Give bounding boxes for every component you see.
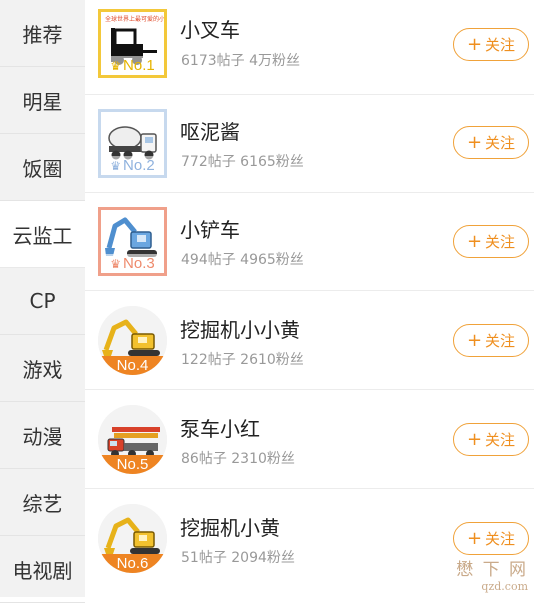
sidebar-item-cloud-supervisor[interactable]: 云监工 (0, 201, 85, 268)
rank-label: No.1 (123, 57, 155, 74)
rank-label: No.4 (117, 357, 149, 374)
watermark-url: qzd.com (456, 580, 528, 593)
follow-button[interactable]: +关注 (453, 522, 529, 555)
sidebar-item-recommend[interactable]: 推荐 (0, 0, 85, 67)
avatar[interactable]: No.5 (98, 405, 167, 474)
item-stats: 494帖子 4965粉丝 (181, 249, 304, 269)
site-watermark: 懋 下 网 qzd.com (456, 555, 528, 593)
item-stats: 772帖子 6165粉丝 (181, 151, 304, 171)
follow-button[interactable]: +关注 (453, 225, 529, 258)
item-stats: 122帖子 2610粉丝 (181, 349, 304, 369)
item-stats: 86帖子 2310粉丝 (181, 448, 295, 468)
rank-badge: No.5 (98, 455, 167, 474)
rank-label: No.5 (117, 456, 149, 473)
avatar[interactable]: ♛No.3 (98, 207, 167, 276)
item-name[interactable]: 泵车小红 (180, 413, 260, 442)
follow-label: 关注 (485, 34, 515, 55)
follow-label: 关注 (485, 330, 515, 351)
rank-label: No.6 (117, 555, 149, 572)
list-item[interactable]: ♛No.2 呕泥酱 772帖子 6165粉丝 +关注 (85, 95, 534, 193)
list-item[interactable]: ♛No.3 小铲车 494帖子 4965粉丝 +关注 (85, 193, 534, 291)
follow-button[interactable]: +关注 (453, 423, 529, 456)
sidebar-item-fandom[interactable]: 饭圈 (0, 134, 85, 201)
item-name[interactable]: 小铲车 (180, 214, 240, 243)
plus-icon: + (467, 233, 482, 251)
sidebar-item-label: 电视剧 (13, 555, 73, 584)
sidebar-item-label: 云监工 (13, 220, 73, 249)
sidebar-item-stars[interactable]: 明星 (0, 67, 85, 134)
rank-badge: ♛No.3 (101, 254, 164, 273)
crown-icon: ♛ (110, 159, 121, 173)
plus-icon: + (467, 332, 482, 350)
item-name[interactable]: 挖掘机小黄 (180, 512, 280, 541)
avatar[interactable]: No.4 (98, 306, 167, 375)
sidebar-item-label: 游戏 (23, 354, 63, 383)
sidebar-item-games[interactable]: 游戏 (0, 335, 85, 402)
avatar[interactable]: 全球世界上最可爱的小叉车 ♛No.1 (98, 9, 167, 78)
avatar[interactable]: ♛No.2 (98, 109, 167, 178)
sidebar-item-label: 动漫 (23, 421, 63, 450)
sidebar-item-variety[interactable]: 综艺 (0, 469, 85, 536)
ranking-list: 全球世界上最可爱的小叉车 ♛No.1 小叉车 6173帖子 4万粉丝 +关注 (85, 0, 534, 597)
crown-icon: ♛ (110, 59, 121, 73)
item-name[interactable]: 呕泥酱 (180, 116, 240, 145)
follow-label: 关注 (485, 132, 515, 153)
sidebar-item-label: 饭圈 (23, 153, 63, 182)
rank-label: No.2 (123, 157, 155, 174)
crown-icon: ♛ (110, 257, 121, 271)
sidebar-item-label: CP (29, 289, 55, 313)
item-name[interactable]: 小叉车 (180, 14, 240, 43)
item-stats: 51帖子 2094粉丝 (181, 547, 295, 567)
plus-icon: + (467, 431, 482, 449)
sidebar-item-anime[interactable]: 动漫 (0, 402, 85, 469)
sidebar-item-label: 明星 (23, 86, 63, 115)
category-sidebar: 推荐 明星 饭圈 云监工 CP 游戏 动漫 综艺 电视剧 (0, 0, 85, 597)
sidebar-item-label: 推荐 (23, 19, 63, 48)
sidebar-item-label: 综艺 (23, 488, 63, 517)
avatar[interactable]: No.6 (98, 504, 167, 573)
follow-label: 关注 (485, 429, 515, 450)
divider (85, 290, 534, 291)
follow-label: 关注 (485, 528, 515, 549)
plus-icon: + (467, 530, 482, 548)
sidebar-item-tv-series[interactable]: 电视剧 (0, 536, 85, 603)
list-item[interactable]: 全球世界上最可爱的小叉车 ♛No.1 小叉车 6173帖子 4万粉丝 +关注 (85, 0, 534, 95)
watermark-logo-text: 懋 下 网 (456, 555, 528, 580)
follow-label: 关注 (485, 231, 515, 252)
rank-badge: No.6 (98, 554, 167, 573)
follow-button[interactable]: +关注 (453, 324, 529, 357)
avatar-caption: 全球世界上最可爱的小叉车 (105, 15, 164, 23)
follow-button[interactable]: +关注 (453, 126, 529, 159)
rank-badge: ♛No.2 (101, 156, 164, 175)
rank-label: No.3 (123, 255, 155, 272)
item-name[interactable]: 挖掘机小小黄 (180, 314, 300, 343)
item-stats: 6173帖子 4万粉丝 (181, 50, 300, 70)
sidebar-item-cp[interactable]: CP (0, 268, 85, 335)
rank-badge: ♛No.1 (101, 56, 164, 75)
list-item[interactable]: No.4 挖掘机小小黄 122帖子 2610粉丝 +关注 (85, 292, 534, 390)
divider (85, 488, 534, 489)
follow-button[interactable]: +关注 (453, 28, 529, 61)
plus-icon: + (467, 36, 482, 54)
rank-badge: No.4 (98, 356, 167, 375)
plus-icon: + (467, 134, 482, 152)
list-item[interactable]: No.5 泵车小红 86帖子 2310粉丝 +关注 (85, 391, 534, 489)
divider (85, 389, 534, 390)
